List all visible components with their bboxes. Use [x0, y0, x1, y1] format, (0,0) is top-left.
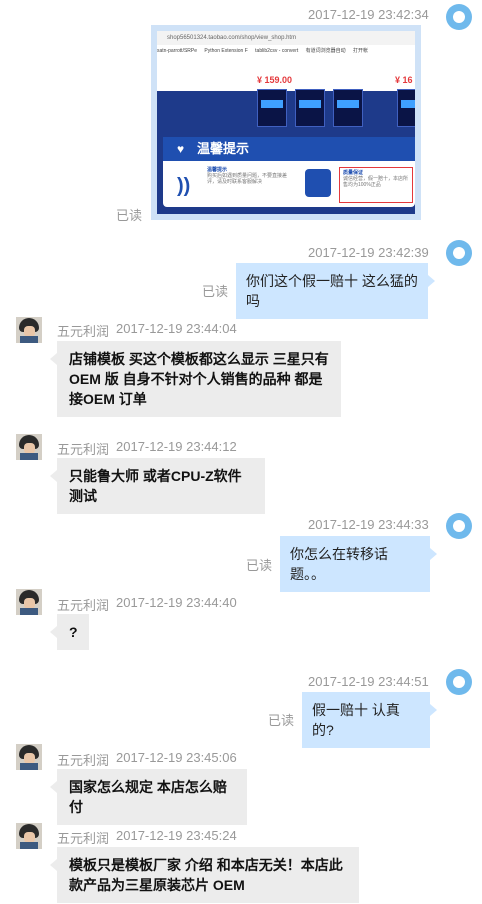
- message-timestamp: 2017-12-19 23:42:39: [308, 245, 429, 260]
- bubble-tail: [50, 353, 57, 365]
- notice-header: ♥ 温馨提示: [163, 137, 415, 161]
- message-bubble[interactable]: 模板只是模板厂家 介绍 和本店无关！本店此款产品为三星原装芯片 OEM: [57, 847, 359, 903]
- sender-name: 五元利润: [57, 324, 110, 339]
- my-avatar[interactable]: [446, 240, 472, 266]
- product-thumbnail: [295, 89, 325, 127]
- message-bubble[interactable]: ?: [57, 614, 89, 650]
- message-timestamp: 2017-12-19 23:44:04: [116, 321, 237, 336]
- sender-name: 五元利润: [57, 442, 110, 457]
- read-receipt: 已读: [268, 713, 295, 728]
- message-timestamp: 2017-12-19 23:44:40: [116, 595, 237, 610]
- product-price-2: ¥ 16: [395, 75, 413, 85]
- read-receipt: 已读: [116, 208, 143, 223]
- notice-col1-text: 购买后如遇到质量问题，不要直接差评，请及时联系客服解决: [207, 173, 288, 185]
- contact-avatar[interactable]: [16, 589, 42, 615]
- contact-avatar[interactable]: [16, 317, 42, 343]
- notice-col2: 质量保证 诚信经营，假一赔十，本店所售均为100%正品: [343, 170, 409, 188]
- message-bubble[interactable]: 国家怎么规定 本店怎么赔付: [57, 769, 247, 825]
- rss-icon: )): [177, 175, 191, 197]
- bookmark-3: tablib2csv - convert: [255, 48, 299, 54]
- my-avatar[interactable]: [446, 513, 472, 539]
- product-price: ¥ 159.00: [257, 75, 293, 85]
- bookmark-1: satn-parrott/SRPe: [157, 48, 198, 54]
- contact-avatar[interactable]: [16, 744, 42, 770]
- contact-avatar[interactable]: [16, 823, 42, 849]
- message-bubble[interactable]: 你怎么在转移话题。。: [280, 536, 430, 592]
- bookmark-2: Python Extension F: [204, 48, 248, 54]
- sender-name: 五元利润: [57, 831, 110, 846]
- bookmark-4: 有道词浏览器自动: [305, 48, 346, 54]
- bubble-tail: [430, 548, 437, 560]
- browser-bookmarks-bar: satn-parrott/SRPe Python Extension F tab…: [157, 45, 415, 57]
- sender-name: 五元利润: [57, 753, 110, 768]
- heart-icon: ♥: [177, 142, 185, 156]
- product-row: ¥ 159.00 ¥ 16: [157, 57, 415, 91]
- message-timestamp: 2017-12-19 23:44:51: [308, 674, 429, 689]
- contact-avatar[interactable]: [16, 434, 42, 460]
- product-thumbnail: [257, 89, 287, 127]
- notice-panel: ♥ 温馨提示 )) 温馨提示 购买后如遇到质量问题，不要直接差评，请及时联系客服…: [163, 137, 415, 207]
- message-timestamp: 2017-12-19 23:44:33: [308, 517, 429, 532]
- bubble-tail: [50, 626, 57, 638]
- message-timestamp: 2017-12-19 23:45:06: [116, 750, 237, 765]
- thumbs-up-icon: [305, 169, 331, 197]
- bubble-tail: [430, 704, 437, 716]
- sender-name: 五元利润: [57, 598, 110, 613]
- url-text: shop56501324.taobao.com/shop/view_shop.h…: [167, 35, 297, 41]
- my-avatar[interactable]: [446, 669, 472, 695]
- shared-screenshot-image[interactable]: shop56501324.taobao.com/shop/view_shop.h…: [151, 25, 421, 220]
- notice-col2-text: 诚信经营，假一赔十，本店所售均为100%正品: [343, 176, 409, 188]
- notice-title: 温馨提示: [197, 141, 250, 156]
- bubble-tail: [50, 859, 57, 871]
- message-timestamp: 2017-12-19 23:44:12: [116, 439, 237, 454]
- bubble-tail: [50, 470, 57, 482]
- message-bubble[interactable]: 店铺模板 买这个模板都这么显示 三星只有OEM 版 自身不针对个人销售的品种 都…: [57, 341, 341, 417]
- message-timestamp: 2017-12-19 23:45:24: [116, 828, 237, 843]
- browser-window: shop56501324.taobao.com/shop/view_shop.h…: [157, 31, 415, 214]
- notice-col1: 温馨提示 购买后如遇到质量问题，不要直接差评，请及时联系客服解决: [207, 167, 289, 185]
- my-avatar[interactable]: [446, 4, 472, 30]
- message-bubble[interactable]: 你们这个假一赔十 这么猛的吗: [236, 263, 428, 319]
- read-receipt: 已读: [202, 284, 229, 299]
- bookmark-5: 打开帐: [353, 48, 369, 54]
- message-timestamp: 2017-12-19 23:42:34: [308, 7, 429, 22]
- product-thumbnail: [397, 89, 415, 127]
- product-thumbnail: [333, 89, 363, 127]
- read-receipt: 已读: [246, 558, 273, 573]
- browser-url-bar: shop56501324.taobao.com/shop/view_shop.h…: [157, 31, 415, 45]
- message-bubble[interactable]: 假一赔十 认真的?: [302, 692, 430, 748]
- bubble-tail: [428, 275, 435, 287]
- bubble-tail: [50, 781, 57, 793]
- message-bubble[interactable]: 只能鲁大师 或者CPU-Z软件测试: [57, 458, 265, 514]
